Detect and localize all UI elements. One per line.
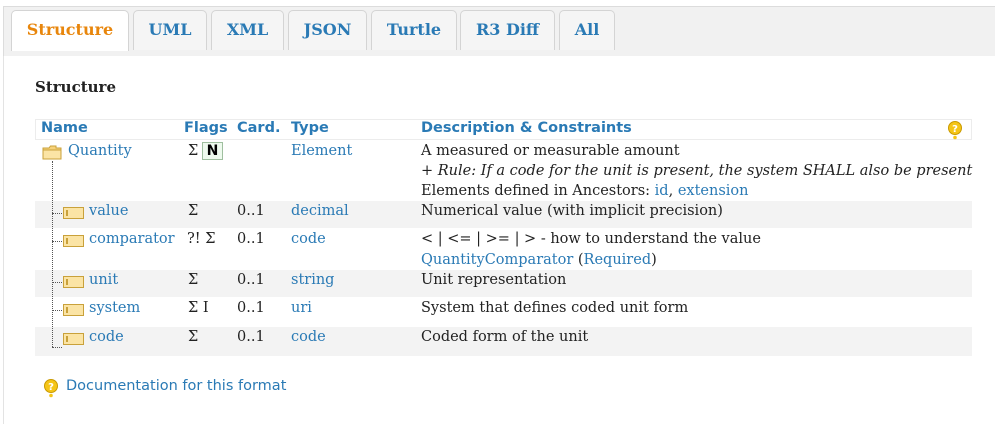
element-icon — [63, 207, 84, 219]
page-title: Structure — [35, 78, 116, 96]
description: System that defines coded unit form — [421, 300, 689, 316]
flags: Σ I — [188, 300, 209, 316]
header-type: Type — [291, 120, 329, 136]
binding-strength-link[interactable]: Required — [584, 252, 652, 268]
element-icon — [63, 333, 84, 345]
header-card: Card. — [237, 120, 281, 136]
tab-r3-diff[interactable]: R3 Diff — [460, 10, 555, 50]
element-name-unit[interactable]: unit — [89, 272, 118, 288]
element-name-value[interactable]: value — [89, 203, 128, 219]
description: A measured or measurable amount — [421, 143, 680, 159]
flag-summary: Σ — [188, 143, 199, 159]
element-icon — [63, 304, 84, 316]
flags: ?! Σ — [187, 231, 216, 247]
tree-line — [52, 161, 53, 347]
valueset-link[interactable]: QuantityComparator — [421, 252, 573, 268]
cardinality: 0..1 — [237, 329, 265, 345]
tab-xml[interactable]: XML — [211, 10, 284, 50]
flag-normative-badge[interactable]: N — [202, 142, 223, 160]
documentation-link[interactable]: Documentation for this format — [66, 378, 286, 394]
header-description: Description & Constraints — [421, 120, 632, 136]
element-name-quantity[interactable]: Quantity — [68, 143, 132, 159]
ancestor-link-extension[interactable]: extension — [678, 183, 749, 199]
type-link[interactable]: Element — [291, 143, 352, 159]
constraint-rule: + Rule: If a code for the unit is presen… — [421, 163, 973, 179]
help-icon[interactable]: ? — [43, 379, 59, 398]
binding-line: QuantityComparator (Required) — [421, 252, 657, 268]
cardinality: 0..1 — [237, 272, 265, 288]
header-name: Name — [41, 120, 88, 136]
tree-line — [52, 282, 62, 283]
tab-all[interactable]: All — [559, 10, 615, 50]
cardinality: 0..1 — [237, 300, 265, 316]
element-name-system[interactable]: system — [89, 300, 140, 316]
cardinality: 0..1 — [237, 231, 265, 247]
element-icon — [63, 276, 84, 288]
description: Numerical value (with implicit precision… — [421, 203, 723, 219]
flags: Σ — [188, 272, 199, 288]
tree-line — [52, 310, 62, 311]
description: Coded form of the unit — [421, 329, 589, 345]
description: Unit representation — [421, 272, 567, 288]
type-link[interactable]: uri — [291, 300, 312, 316]
svg-text:?: ? — [952, 124, 958, 135]
folder-icon — [42, 145, 62, 160]
element-icon — [63, 235, 84, 247]
tree-line — [52, 347, 62, 348]
type-link[interactable]: string — [291, 272, 334, 288]
ancestor-separator: , — [668, 183, 678, 199]
ancestors-line: Elements defined in Ancestors: id, exten… — [421, 183, 748, 199]
binding-close: ) — [651, 252, 657, 268]
flags: Σ — [188, 203, 199, 219]
binding-open: ( — [573, 252, 584, 268]
type-link[interactable]: code — [291, 231, 326, 247]
svg-text:?: ? — [48, 382, 54, 393]
tree-line — [52, 213, 62, 214]
element-name-code[interactable]: code — [89, 329, 124, 345]
type-link[interactable]: code — [291, 329, 326, 345]
tree-line — [52, 241, 62, 242]
tab-json[interactable]: JSON — [288, 10, 367, 50]
ancestor-link-id[interactable]: id — [655, 183, 669, 199]
description: < | <= | >= | > - how to understand the … — [421, 231, 761, 247]
tab-turtle[interactable]: Turtle — [371, 10, 457, 50]
tab-uml[interactable]: UML — [133, 10, 207, 50]
flags: Σ — [188, 329, 199, 345]
header-flags: Flags — [184, 120, 228, 136]
ancestors-prefix: Elements defined in Ancestors: — [421, 183, 655, 199]
cardinality: 0..1 — [237, 203, 265, 219]
type-link[interactable]: decimal — [291, 203, 349, 219]
help-icon[interactable]: ? — [947, 121, 963, 140]
element-name-comparator[interactable]: comparator — [89, 231, 175, 247]
tab-structure[interactable]: Structure — [11, 10, 129, 51]
